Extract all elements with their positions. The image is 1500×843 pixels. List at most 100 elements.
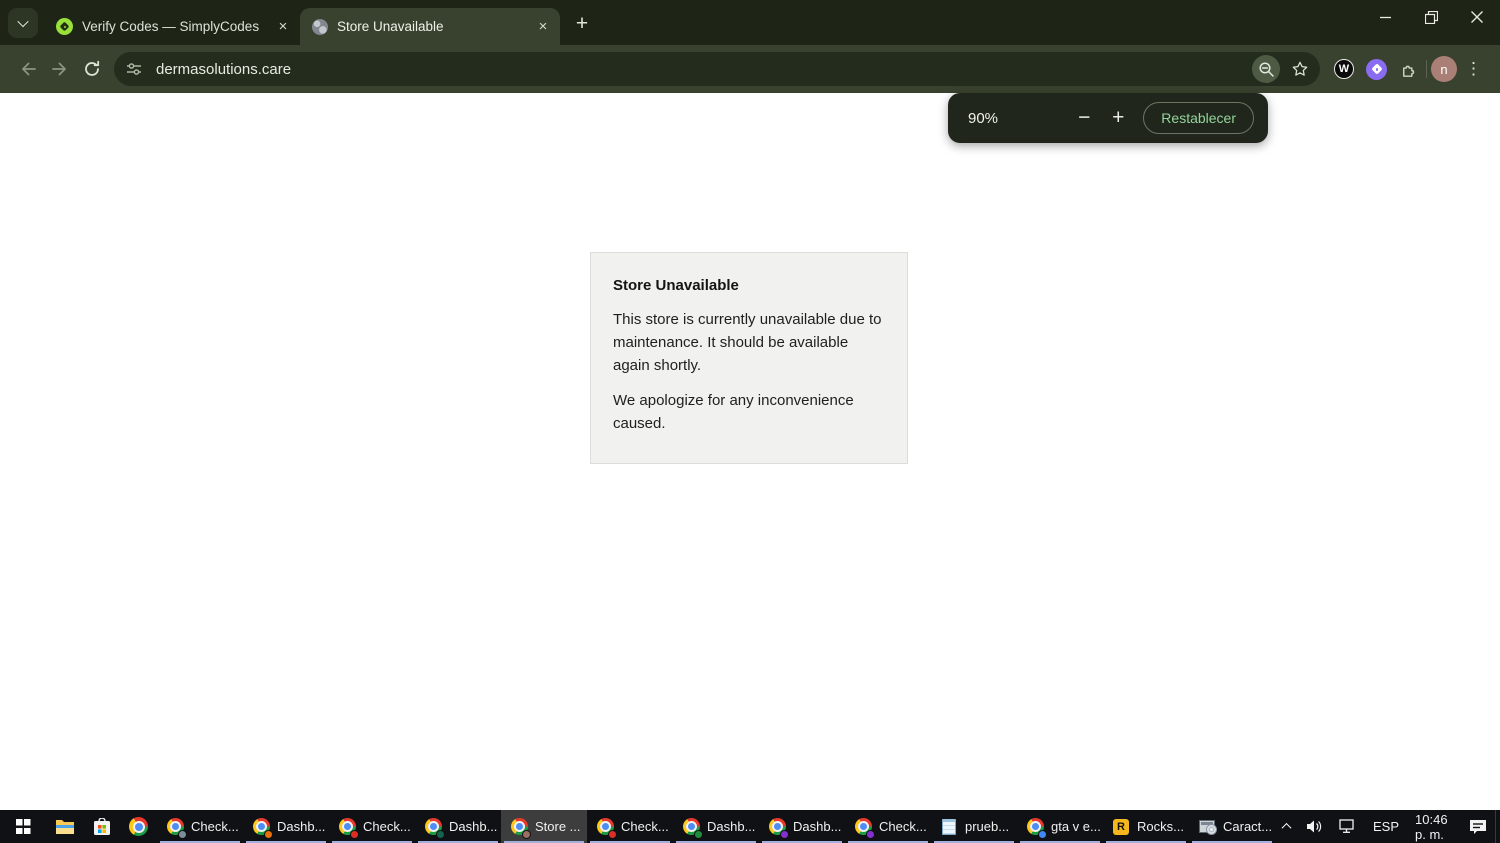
bookmark-star-button[interactable] [1286,55,1314,83]
tab-store-unavailable[interactable]: Store Unavailable × [300,8,560,45]
taskbar-app-label: Store ... [535,819,581,834]
close-window-button[interactable] [1454,0,1500,34]
profile-badge [350,829,359,839]
zoom-in-button[interactable]: + [1101,101,1135,135]
store-unavailable-box: Store Unavailable This store is currentl… [590,252,908,464]
profile-badge [780,829,789,839]
tab-close-button[interactable]: × [274,18,292,36]
taskbar-app-label: Dashb... [277,819,326,834]
start-button[interactable] [0,810,46,843]
reload-button[interactable] [76,53,108,85]
ethernet-icon [1339,819,1354,833]
file-explorer-icon [55,820,74,834]
taskbar-app[interactable]: Store ... [501,810,587,843]
language-indicator[interactable]: ESP [1365,810,1407,843]
zoom-popup: 90% − + Restablecer [948,93,1268,143]
profile-badge [608,829,617,839]
profile-badge [866,829,875,839]
profile-badge [522,829,531,839]
taskbar-app[interactable]: Check... [587,810,673,843]
taskbar-app[interactable]: Check... [157,810,243,843]
taskbar-app-label: gta v e... [1051,819,1101,834]
forward-button[interactable] [44,53,76,85]
taskbar-app-icon [424,818,445,839]
taskbar-app[interactable]: Dashb... [673,810,759,843]
show-desktop-button[interactable] [1496,810,1500,843]
chevron-up-icon [1281,822,1292,833]
taskbar-app-label: Dashb... [707,819,756,834]
taskbar-app-icon [854,818,875,839]
speaker-icon [1307,820,1322,833]
profile-badge [178,829,187,839]
taskbar-app-icon [682,818,703,839]
close-icon [1471,11,1483,23]
profile-avatar[interactable]: n [1431,56,1457,82]
site-info-button[interactable] [120,55,148,83]
zoom-out-button[interactable]: − [1067,101,1101,135]
zoom-reset-button[interactable]: Restablecer [1143,102,1254,134]
profile-badge [264,829,273,839]
taskbar-app-icon [252,818,273,839]
address-bar[interactable]: dermasolutions.care [114,52,1320,86]
tab-title: Store Unavailable [337,19,444,34]
wappalyzer-extension-icon[interactable]: W [1334,59,1354,79]
browser-toolbar: dermasolutions.care W n ⋮ [0,45,1500,93]
taskbar-app-label: Check... [621,819,669,834]
taskbar-app-label: Caract... [1223,819,1273,834]
chrome-icon [129,817,148,836]
taskbar-app-icon [1026,818,1047,839]
restore-button[interactable] [1408,0,1454,34]
volume-button[interactable] [1298,810,1331,843]
zoom-out-magnifier-icon [1258,61,1274,77]
browser-menu-button[interactable]: ⋮ [1457,59,1490,79]
taskbar-app[interactable]: Rocks... [1103,810,1189,843]
star-icon [1292,61,1308,76]
chrome-pinned-button[interactable] [120,810,157,843]
simplycodes-extension-icon[interactable] [1366,58,1387,80]
tray-overflow-button[interactable] [1275,810,1298,843]
taskbar-app-label: Check... [191,819,239,834]
action-center-button[interactable] [1461,810,1495,843]
taskbar-open-apps: Check... Dashb... Check... Dashb... Stor [157,810,1275,843]
file-explorer-button[interactable] [46,810,83,843]
time-text: 10:46 p. m. [1415,811,1448,842]
toolbar-divider [1426,60,1427,78]
taskbar-app[interactable]: Dashb... [243,810,329,843]
url-text[interactable]: dermasolutions.care [156,61,1252,78]
forward-arrow-icon [52,62,66,76]
store-apology-message: We apologize for any inconvenience cause… [613,392,854,432]
globe-favicon-icon [312,18,328,35]
taskbar-app-label: Dashb... [449,819,498,834]
taskbar-app[interactable]: Caract... [1189,810,1275,843]
tab-close-button[interactable]: × [534,18,552,36]
restore-icon [1424,10,1438,24]
store-unavailable-heading: Store Unavailable [613,277,739,294]
tab-verify-codes[interactable]: Verify Codes — SimplyCodes × [44,8,300,45]
zoom-indicator-button[interactable] [1252,55,1280,83]
back-button[interactable] [12,53,44,85]
browser-tab-strip: Verify Codes — SimplyCodes × Store Unava… [0,0,1500,45]
taskbar-app[interactable]: Check... [845,810,931,843]
tab-search-button[interactable] [8,8,38,38]
taskbar-app[interactable]: prueb... [931,810,1017,843]
page-content: 90% − + Restablecer Store Unavailable Th… [0,93,1500,810]
taskbar-app-icon [1198,818,1217,836]
taskbar-app[interactable]: Check... [329,810,415,843]
back-arrow-icon [22,62,36,76]
extensions-menu-button[interactable] [1399,60,1418,79]
clock[interactable]: 10:46 p. m. [1407,810,1461,843]
minimize-button[interactable] [1362,0,1408,34]
minimize-icon [1379,16,1391,18]
taskbar-app[interactable]: Dashb... [415,810,501,843]
taskbar-app[interactable]: gta v e... [1017,810,1103,843]
microsoft-store-button[interactable] [83,810,120,843]
reload-icon [85,60,100,76]
taskbar-app-label: Rocks... [1137,819,1184,834]
taskbar-app-icon [338,818,359,839]
chevron-down-icon [17,15,29,28]
tune-icon [127,63,141,75]
system-tray: ESP 10:46 p. m. [1275,810,1500,843]
taskbar-app[interactable]: Dashb... [759,810,845,843]
network-button[interactable] [1331,810,1365,843]
new-tab-button[interactable]: + [568,10,596,38]
